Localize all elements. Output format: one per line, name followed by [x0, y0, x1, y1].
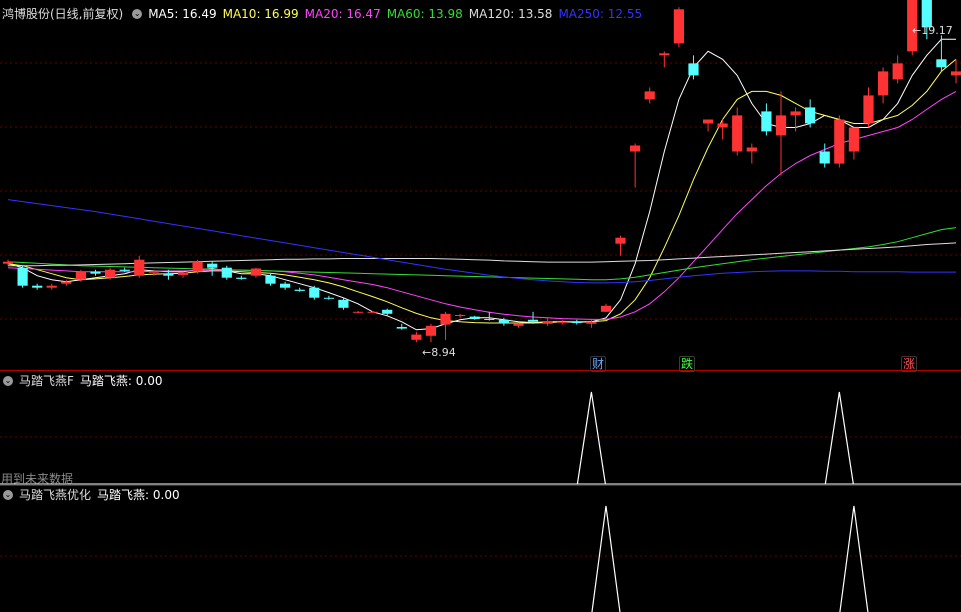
- candle-body: [250, 268, 261, 276]
- candle-body: [163, 273, 174, 276]
- candle-body: [411, 334, 422, 340]
- candle-body: [615, 237, 626, 244]
- candle-body: [630, 145, 641, 152]
- candle-body: [17, 267, 28, 286]
- candle-body: [134, 259, 145, 276]
- candle-body: [32, 285, 43, 288]
- candle-body: [892, 63, 903, 80]
- collapse-icon[interactable]: ⌄: [3, 376, 13, 386]
- sub1-title: 马踏飞燕F: [19, 374, 74, 388]
- future-data-note: 用到未来数据: [1, 472, 74, 486]
- candle-body: [192, 261, 203, 272]
- candle-body: [265, 275, 276, 284]
- ma20-line: [7, 90, 957, 320]
- sub2-value: 马踏飞燕: 0.00: [97, 488, 180, 502]
- candle-body: [703, 119, 714, 124]
- signal-spike: [576, 391, 606, 485]
- candle-body: [46, 285, 57, 288]
- candle-body: [75, 271, 86, 280]
- candle-body: [484, 319, 495, 320]
- ma60-label: MA60: 13.98: [386, 7, 463, 21]
- high-price-label: ←19.17: [912, 24, 953, 37]
- ma5-line: [7, 38, 956, 331]
- collapse-icon[interactable]: ⌄: [3, 490, 13, 500]
- candle-body: [775, 115, 787, 136]
- candle-body: [717, 123, 728, 128]
- collapse-icon[interactable]: ⌄: [132, 9, 143, 19]
- candle-body: [425, 325, 436, 336]
- candle-body: [455, 315, 466, 316]
- candle-body: [148, 271, 159, 273]
- candle-body: [2, 261, 14, 264]
- candle-body: [440, 313, 451, 325]
- candle-body: [498, 319, 509, 323]
- low-price-label: ←8.94: [422, 346, 456, 359]
- candle-body: [396, 327, 407, 329]
- candle-body: [936, 59, 947, 68]
- candle-body: [761, 111, 772, 132]
- candle-body: [732, 115, 743, 152]
- candle-body: [688, 63, 699, 76]
- event-marker-rise[interactable]: 涨: [901, 356, 917, 372]
- candle-body: [848, 127, 859, 152]
- main-title: 鸿博股份(日线,前复权): [2, 7, 124, 21]
- candle-body: [557, 321, 568, 323]
- candle-body: [600, 305, 612, 312]
- candle-body: [746, 147, 757, 152]
- candle-body: [338, 299, 349, 308]
- candle-body: [805, 107, 816, 124]
- candle-body: [527, 319, 539, 322]
- candle-body: [644, 91, 655, 100]
- candle-body: [950, 71, 961, 76]
- candle-body: [352, 311, 364, 313]
- event-marker-fall[interactable]: 跌: [679, 356, 695, 372]
- ma120-label: MA120: 13.58: [468, 7, 553, 21]
- candle-body: [367, 311, 378, 313]
- candle-body: [542, 321, 553, 324]
- candle-body: [863, 95, 874, 124]
- event-marker-finance[interactable]: 财: [590, 356, 606, 372]
- candle-body: [119, 269, 130, 271]
- candle-body: [323, 297, 334, 299]
- candle-body: [659, 53, 670, 56]
- signal-spike: [591, 505, 621, 612]
- candle-body: [207, 263, 218, 268]
- sub2-title: 马踏飞燕优化: [19, 488, 92, 502]
- ma120-line: [8, 242, 957, 267]
- candle-body: [834, 119, 845, 164]
- ma10-label: MA10: 16.99: [222, 7, 299, 21]
- candle-body: [294, 289, 305, 291]
- candle-body: [221, 267, 232, 278]
- candle-body: [280, 283, 291, 288]
- candle-body: [878, 71, 889, 96]
- candle-body: [790, 111, 801, 116]
- signal-spike: [839, 505, 869, 612]
- chart-canvas: [0, 0, 961, 612]
- candle-body: [469, 316, 480, 319]
- candle-body: [513, 323, 524, 326]
- candle-body: [819, 151, 830, 164]
- candle-body: [177, 272, 189, 275]
- ma250-label: MA250: 12.55: [558, 7, 643, 21]
- ma20-label: MA20: 16.47: [304, 7, 381, 21]
- signal-spike: [824, 391, 854, 485]
- candle-body: [586, 321, 597, 324]
- candle-body: [90, 271, 101, 274]
- candle-body: [309, 287, 320, 298]
- candle-body: [571, 321, 582, 323]
- candle-body: [382, 309, 393, 314]
- ma5-label: MA5: 16.49: [148, 7, 217, 21]
- candle-body: [673, 9, 684, 44]
- sub1-value: 马踏飞燕: 0.00: [79, 374, 163, 388]
- main-header: 鸿博股份(日线,前复权) ⌄ MA5: 16.49 MA10: 16.99 MA…: [0, 5, 648, 23]
- candle-body: [236, 277, 247, 279]
- candle-body: [61, 281, 72, 284]
- sub2-header: ⌄ 马踏飞燕优化 马踏飞燕: 0.00: [0, 486, 186, 504]
- candle-body: [105, 269, 116, 278]
- sub1-header: ⌄ 马踏飞燕F 马踏飞燕: 0.00: [0, 372, 168, 390]
